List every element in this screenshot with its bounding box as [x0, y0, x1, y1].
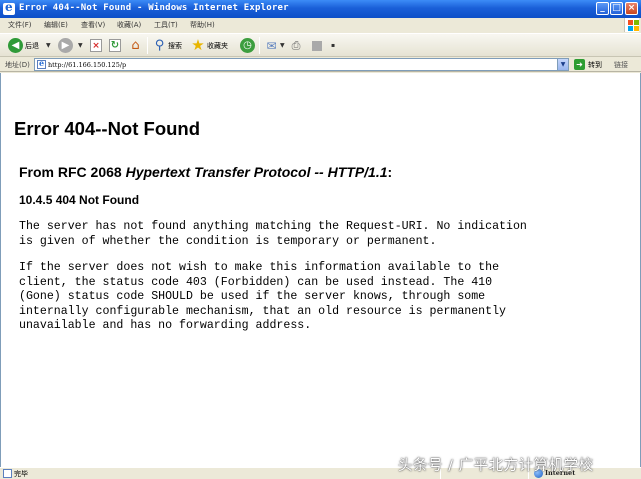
menu-view[interactable]: 查看(V)	[81, 20, 105, 30]
back-icon[interactable]: ◀	[8, 38, 23, 53]
menu-help[interactable]: 帮助(H)	[190, 20, 215, 30]
paragraph-1: The server has not found anything matchi…	[19, 220, 527, 248]
toolbar-separator	[259, 37, 260, 54]
favorites-icon[interactable]: ★	[190, 36, 206, 54]
address-bar: 地址(D) ▼ ➜ 转到 链接	[0, 57, 641, 72]
address-label: 地址(D)	[5, 61, 30, 69]
ie-icon	[3, 0, 15, 15]
paragraph-2: If the server does not wish to make this…	[19, 261, 507, 332]
favorites-label[interactable]: 收藏夹	[207, 41, 228, 51]
close-button[interactable]: ×	[625, 2, 638, 15]
mail-dropdown-icon[interactable]: ▼	[280, 42, 285, 49]
forward-dropdown-icon[interactable]: ▼	[78, 42, 83, 49]
stop-icon[interactable]: ×	[90, 39, 102, 52]
watermark: 头条号 / 广平北方计算机学校	[398, 458, 594, 474]
address-input[interactable]	[48, 59, 553, 70]
rfc-suffix: :	[387, 164, 393, 180]
page-status-icon	[3, 469, 12, 478]
title-bar[interactable]: Error 404--Not Found - Windows Internet …	[0, 0, 641, 18]
rfc-title: Hypertext Transfer Protocol -- HTTP/1.1	[125, 164, 388, 180]
menu-edit[interactable]: 编辑(E)	[44, 20, 68, 30]
window-title: Error 404--Not Found - Windows Internet …	[19, 3, 289, 13]
toolbar-separator	[147, 37, 148, 54]
menu-tools[interactable]: 工具(T)	[154, 20, 178, 30]
refresh-icon[interactable]: ↻	[109, 39, 121, 52]
status-text: 完毕	[14, 470, 28, 478]
go-arrow-icon[interactable]: ➜	[574, 59, 585, 70]
search-icon[interactable]: ⚲	[152, 38, 167, 53]
back-label[interactable]: 后退	[25, 41, 39, 51]
go-button[interactable]: 转到	[588, 60, 602, 70]
rfc-reference: From RFC 2068 Hypertext Transfer Protoco…	[19, 164, 392, 180]
print-icon[interactable]: ⎙	[289, 39, 303, 52]
page-content[interactable]: Error 404--Not Found From RFC 2068 Hyper…	[0, 73, 641, 467]
windows-logo-icon	[624, 18, 639, 32]
address-field[interactable]: ▼	[34, 58, 569, 71]
back-dropdown-icon[interactable]: ▼	[46, 42, 51, 49]
section-heading: 10.4.5 404 Not Found	[19, 193, 140, 207]
history-icon[interactable]: ◷	[240, 38, 255, 53]
toolbar: ◀ 后退 ▼ ▶ ▼ × ↻ ⌂ ⚲ 搜索 ★ 收藏夹 ◷ ✉ ▼ ⎙ ▪	[0, 33, 641, 57]
forward-icon[interactable]: ▶	[58, 38, 73, 53]
maximize-button[interactable]: □	[610, 2, 623, 15]
edit-dropdown-icon[interactable]: ▪	[331, 42, 335, 49]
minimize-button[interactable]: _	[596, 2, 609, 15]
home-icon[interactable]: ⌂	[128, 38, 143, 53]
page-title: Error 404--Not Found	[14, 118, 201, 139]
menu-favorites[interactable]: 收藏(A)	[117, 20, 141, 30]
edit-icon[interactable]	[312, 41, 322, 51]
rfc-prefix: From RFC 2068	[19, 164, 126, 180]
search-label[interactable]: 搜索	[168, 41, 182, 51]
menu-bar: 文件(F) 编辑(E) 查看(V) 收藏(A) 工具(T) 帮助(H)	[0, 18, 641, 32]
menu-file[interactable]: 文件(F)	[8, 20, 32, 30]
mail-icon[interactable]: ✉	[264, 39, 279, 53]
page-icon	[37, 58, 46, 69]
address-dropdown-icon[interactable]: ▼	[557, 59, 568, 70]
links-button[interactable]: 链接	[614, 60, 628, 70]
